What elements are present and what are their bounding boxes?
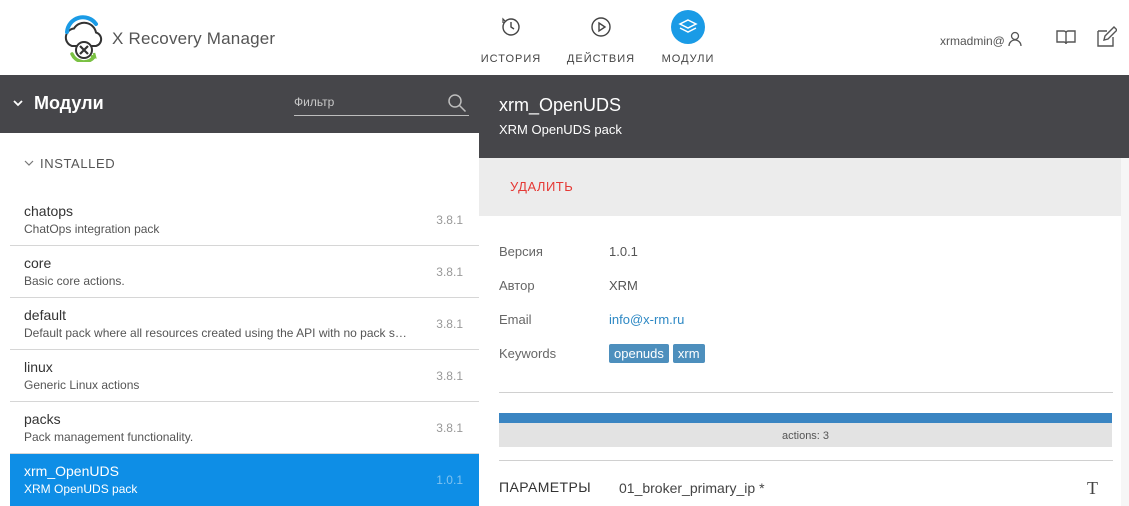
parameter-name: 01_broker_primary_ip * (619, 480, 765, 496)
keywords-list: openuds xrm (609, 344, 709, 363)
nav-actions-label: ДЕЙСТВИЯ (566, 53, 636, 65)
keyword-tag: openuds (609, 344, 669, 363)
list-item[interactable]: core Basic core actions. 3.8.1 (10, 246, 479, 298)
modules-title: Модули (34, 93, 104, 113)
version-label: Версия (499, 244, 543, 259)
pack-description: XRM OpenUDS pack (24, 482, 138, 496)
list-item[interactable]: packs Pack management functionality. 3.8… (10, 402, 479, 454)
pack-version: 3.8.1 (436, 265, 463, 279)
modules-list: INSTALLED chatops ChatOps integration pa… (0, 133, 479, 506)
text-type-icon: T (1087, 478, 1098, 498)
nav-history-label: ИСТОРИЯ (480, 53, 542, 65)
keyword-tag: xrm (672, 344, 705, 363)
pack-description: Default pack where all resources created… (24, 326, 409, 340)
pack-title: xrm_OpenUDS (499, 95, 622, 115)
modules-panel-header: Модули (0, 75, 479, 133)
delete-button[interactable]: УДАЛИТЬ (510, 179, 573, 194)
app-title: X Recovery Manager (112, 29, 276, 48)
pack-name: xrm_OpenUDS (24, 463, 119, 479)
nav-history[interactable]: ИСТОРИЯ (471, 10, 551, 70)
divider (499, 392, 1113, 393)
user-menu[interactable]: xrmadmin@ (940, 31, 1023, 50)
pack-subtitle: XRM OpenUDS pack (499, 122, 622, 137)
nav-actions[interactable]: ДЕЙСТВИЯ (561, 10, 641, 70)
pack-description: Basic core actions. (24, 274, 125, 288)
list-item-selected[interactable]: xrm_OpenUDS XRM OpenUDS pack 1.0.1 (10, 454, 479, 506)
parameters-heading: ПАРАМЕТРЫ (499, 479, 592, 495)
divider (499, 460, 1113, 461)
actions-bar-label: actions: 3 (781, 430, 830, 442)
user-icon (1007, 31, 1023, 50)
nav-modules-label: МОДУЛИ (661, 53, 715, 65)
group-label: INSTALLED (40, 156, 116, 171)
filter-field[interactable] (294, 91, 469, 116)
group-installed[interactable]: INSTALLED (24, 156, 115, 171)
author-value: XRM (609, 278, 638, 293)
keywords-label: Keywords (499, 346, 557, 361)
search-icon[interactable] (447, 93, 467, 118)
email-link[interactable]: info@x-rm.ru (609, 312, 684, 327)
pack-detail-header: xrm_OpenUDS XRM OpenUDS pack (479, 75, 1129, 158)
actions-bar-fill (499, 413, 1112, 423)
pack-name: default (24, 307, 67, 323)
list-item[interactable]: default Default pack where all resources… (10, 298, 479, 350)
pack-detail-body: УДАЛИТЬ Версия 1.0.1 Автор XRM Email inf… (479, 158, 1129, 506)
pack-description: Pack management functionality. (24, 430, 194, 444)
edit-icon[interactable] (1095, 26, 1118, 48)
collapse-chevron-icon[interactable] (12, 96, 24, 114)
user-name: xrmadmin@ (940, 33, 1005, 48)
pack-version: 3.8.1 (436, 369, 463, 383)
pack-description: Generic Linux actions (24, 378, 140, 392)
pack-version: 3.8.1 (436, 213, 463, 227)
list-item[interactable]: linux Generic Linux actions 3.8.1 (10, 350, 479, 402)
book-icon[interactable] (1055, 26, 1077, 48)
history-icon (494, 10, 528, 44)
author-label: Автор (499, 278, 535, 293)
pack-info-card: Версия 1.0.1 Автор XRM Email info@x-rm.r… (479, 216, 1121, 506)
play-icon (584, 10, 618, 44)
pack-description: ChatOps integration pack (24, 222, 160, 236)
version-value: 1.0.1 (609, 244, 638, 259)
email-label: Email (499, 312, 532, 327)
list-item[interactable]: chatops ChatOps integration pack 3.8.1 (10, 194, 479, 246)
pack-version: 3.8.1 (436, 421, 463, 435)
detail-scrollbar[interactable] (1121, 158, 1129, 506)
nav-modules[interactable]: МОДУЛИ (648, 10, 728, 70)
pack-version: 1.0.1 (436, 473, 463, 487)
pack-name: linux (24, 359, 53, 375)
group-chevron-icon (24, 156, 34, 171)
pack-name: packs (24, 411, 61, 427)
filter-input[interactable] (294, 91, 444, 113)
actions-bar: actions: 3 (499, 413, 1112, 447)
top-bar: X Recovery Manager ИСТОРИЯ ДЕЙСТВИЯ МОДУ… (0, 0, 1129, 75)
layers-icon (671, 10, 705, 44)
pack-name: chatops (24, 203, 74, 219)
pack-version: 3.8.1 (436, 317, 463, 331)
app-logo[interactable] (58, 12, 108, 64)
pack-name: core (24, 255, 52, 271)
